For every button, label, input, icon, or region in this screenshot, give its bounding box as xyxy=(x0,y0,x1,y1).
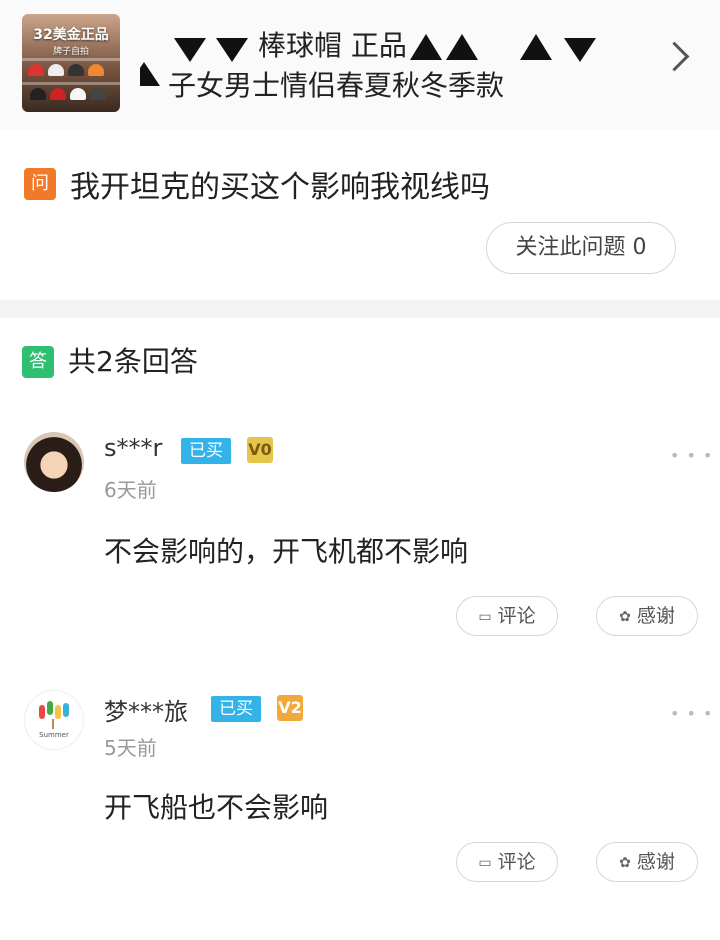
comment-button[interactable]: ▭ 评论 xyxy=(456,596,558,636)
answer-time: 6天前 xyxy=(104,478,157,502)
answer-username[interactable]: 梦***旅 xyxy=(104,692,188,727)
avatar-text: Summer xyxy=(39,731,69,739)
cap-shape xyxy=(88,64,104,76)
comment-button[interactable]: ▭ 评论 xyxy=(456,842,558,882)
cap-shape xyxy=(50,88,66,100)
question-text: 我开坦克的买这个影响我视线吗 xyxy=(70,170,490,205)
comment-icon: ▭ xyxy=(478,609,492,625)
cap-shape xyxy=(28,64,44,76)
section-divider xyxy=(0,300,720,318)
answer-item: Summer 梦***旅 已买 V2 5天前 • • • 开飞船也不会影响 ▭ 评… xyxy=(0,690,720,940)
popsicle-shape xyxy=(63,703,69,717)
question-section: 问 我开坦克的买这个影响我视线吗 关注此问题 0 xyxy=(0,130,720,300)
thumb-caption: 32美金正品 xyxy=(33,27,109,43)
popsicle-stick xyxy=(52,719,54,729)
cap-shape xyxy=(68,64,84,76)
answers-header: 答 共2条回答 xyxy=(0,318,720,398)
cap-shape xyxy=(48,64,64,76)
cap-shape xyxy=(90,88,106,100)
answer-badge: 答 xyxy=(22,346,54,378)
answer-username[interactable]: s***r xyxy=(104,434,162,462)
bought-badge: 已买 xyxy=(181,438,231,464)
popsicle-shape xyxy=(39,705,45,719)
thanks-icon: ✿ xyxy=(619,609,631,625)
follow-question-button[interactable]: 关注此问题 0 xyxy=(486,222,676,274)
thanks-button[interactable]: ✿ 感谢 xyxy=(596,842,698,882)
avatar[interactable] xyxy=(24,432,84,492)
answer-count: 共2条回答 xyxy=(68,345,198,378)
product-title-line1: 棒球帽 正品 xyxy=(258,29,407,62)
product-thumbnail[interactable]: 32美金正品 牌子自拍 xyxy=(22,14,120,112)
thanks-icon: ✿ xyxy=(619,855,631,871)
answer-content: 不会影响的，开飞机都不影响 xyxy=(104,535,469,568)
more-options-icon[interactable]: • • • xyxy=(670,704,713,723)
popsicle-shape xyxy=(47,701,53,715)
thanks-button[interactable]: ✿ 感谢 xyxy=(596,596,698,636)
level-badge: V0 xyxy=(247,437,273,463)
product-title-line2: 子女男士情侣春夏秋冬季款 xyxy=(168,69,505,102)
cap-shape xyxy=(30,88,46,100)
cap-shape xyxy=(70,88,86,100)
comment-label: 评论 xyxy=(497,851,536,873)
thumb-shelf xyxy=(22,82,120,85)
thanks-label: 感谢 xyxy=(636,851,675,873)
question-badge: 问 xyxy=(24,168,56,200)
comment-label: 评论 xyxy=(497,605,536,627)
comment-icon: ▭ xyxy=(478,855,492,871)
popsicle-shape xyxy=(55,705,61,719)
bought-badge: 已买 xyxy=(211,696,261,722)
answer-content: 开飞船也不会影响 xyxy=(104,791,329,824)
product-header[interactable]: 32美金正品 牌子自拍 棒球帽 正品 子女男士情侣春夏秋冬季款 xyxy=(0,0,720,130)
thanks-label: 感谢 xyxy=(636,605,675,627)
level-badge: V2 xyxy=(277,695,303,721)
chevron-right-icon[interactable] xyxy=(659,41,690,72)
answer-time: 5天前 xyxy=(104,736,157,760)
avatar[interactable]: Summer xyxy=(24,690,84,750)
answer-item: s***r 已买 V0 6天前 • • • 不会影响的，开飞机都不影响 ▭ 评论 … xyxy=(0,432,720,682)
more-options-icon[interactable]: • • • xyxy=(670,446,713,465)
thumb-shelf xyxy=(22,58,120,61)
thumb-subcaption: 牌子自拍 xyxy=(52,47,89,57)
